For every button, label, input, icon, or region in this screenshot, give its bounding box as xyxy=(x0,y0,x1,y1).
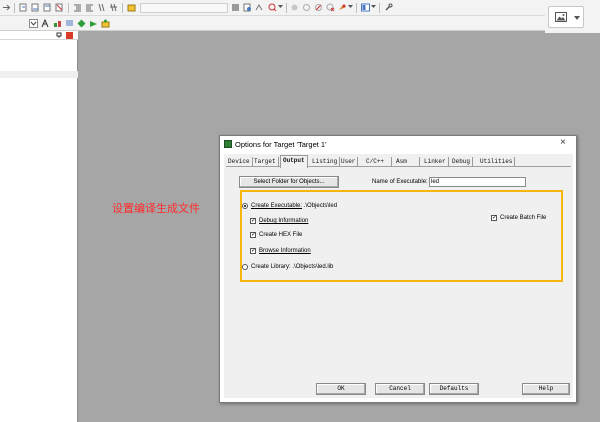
disable-breakpoints-icon[interactable] xyxy=(314,3,323,12)
tab-debug[interactable]: Debug xyxy=(450,157,474,167)
kill-breakpoints-icon[interactable] xyxy=(326,3,335,12)
unindent-icon[interactable] xyxy=(85,3,94,12)
toolbar-separator xyxy=(14,3,15,13)
tab-device[interactable]: Device xyxy=(226,157,253,167)
tab-linker[interactable]: Linker xyxy=(422,157,449,167)
chevron-down-icon[interactable] xyxy=(371,4,376,9)
chevron-down-icon[interactable] xyxy=(278,4,283,9)
incremental-find-icon[interactable] xyxy=(243,3,252,12)
dialog-app-icon xyxy=(224,140,232,148)
find-combo[interactable] xyxy=(140,3,228,13)
create-batch-label[interactable]: Create Batch File xyxy=(500,215,546,221)
translate-icon[interactable] xyxy=(41,19,50,28)
next-bookmark-icon[interactable] xyxy=(43,3,52,12)
tab-bar: Device Target Output Listing User C/C++ … xyxy=(226,155,571,168)
bookmark-icon[interactable] xyxy=(19,3,28,12)
build-icon[interactable] xyxy=(53,19,62,28)
debug-information-checkbox[interactable]: ✓ xyxy=(250,218,256,224)
enable-breakpoint-icon[interactable] xyxy=(302,3,311,12)
toolbar-separator xyxy=(68,3,69,13)
tab-c-cpp[interactable]: C/C++ xyxy=(364,157,392,167)
download-icon[interactable] xyxy=(77,19,86,28)
tab-user[interactable]: User xyxy=(339,157,359,167)
arrow-right-icon[interactable] xyxy=(2,3,11,12)
debug-session-icon[interactable] xyxy=(268,3,277,12)
find-in-files-icon[interactable] xyxy=(127,3,136,12)
configure-icon[interactable] xyxy=(338,3,347,12)
create-library-path: .\Objects\led.lib xyxy=(292,264,334,270)
create-batch-checkbox[interactable]: ✓ xyxy=(491,215,497,221)
tab-asm[interactable]: Asm xyxy=(394,157,420,167)
browse-information-label[interactable]: Browse Information xyxy=(259,248,311,254)
tab-utilities[interactable]: Utilities xyxy=(478,157,516,167)
toolbar-separator xyxy=(286,3,287,13)
create-library-radio[interactable] xyxy=(242,264,248,270)
dialog-close-button[interactable]: × xyxy=(560,138,566,148)
create-hex-checkbox[interactable]: ✓ xyxy=(250,232,256,238)
find-icon[interactable] xyxy=(231,3,240,12)
ok-button[interactable]: OK xyxy=(316,383,366,395)
create-executable-text: Create Executable: xyxy=(251,203,303,209)
options-dialog: Options for Target 'Target 1' × Device T… xyxy=(219,135,577,403)
chevron-down-icon xyxy=(574,16,580,20)
tab-target[interactable]: Target xyxy=(252,157,279,167)
project-panel xyxy=(0,31,78,422)
create-library-text: Create Library: xyxy=(251,264,291,270)
name-of-executable-label: Name of Executable: xyxy=(372,179,428,185)
image-icon xyxy=(555,12,567,22)
create-hex-label[interactable]: Create HEX File xyxy=(259,232,302,238)
window-layout-icon[interactable] xyxy=(361,3,370,12)
dialog-body: Device Target Output Listing User C/C++ … xyxy=(224,154,573,398)
chevron-down-icon[interactable] xyxy=(348,4,353,9)
debug-information-label[interactable]: Debug Information xyxy=(259,218,308,224)
defaults-button[interactable]: Defaults xyxy=(429,383,479,395)
manage-components-icon[interactable] xyxy=(101,19,110,28)
tab-output[interactable]: Output xyxy=(280,155,308,168)
indent-icon[interactable] xyxy=(73,3,82,12)
project-tree-item[interactable] xyxy=(0,71,78,78)
annotation-label: 设置编译生成文件 xyxy=(112,202,200,215)
browse-icon[interactable] xyxy=(255,3,264,12)
options-for-target-icon[interactable] xyxy=(89,19,98,28)
help-button[interactable]: Help xyxy=(522,383,570,395)
build-toolbar xyxy=(0,16,545,31)
breakpoint-icon[interactable] xyxy=(290,3,299,12)
dialog-titlebar[interactable]: Options for Target 'Target 1' × xyxy=(220,136,576,152)
toolbar-separator xyxy=(122,3,123,13)
dialog-title: Options for Target 'Target 1' xyxy=(235,140,327,149)
name-of-executable-input[interactable]: led xyxy=(429,177,526,187)
create-executable-path: .\Objects\led xyxy=(303,203,338,209)
clear-bookmarks-icon[interactable] xyxy=(55,3,64,12)
project-panel-header xyxy=(0,31,78,40)
cancel-button[interactable]: Cancel xyxy=(375,383,425,395)
dropdown-box-icon[interactable] xyxy=(29,19,38,28)
image-dropdown-button[interactable] xyxy=(548,6,584,28)
toolbar-separator xyxy=(379,3,380,13)
wrench-icon[interactable] xyxy=(384,3,393,12)
browse-information-checkbox[interactable]: ✓ xyxy=(250,248,256,254)
rebuild-icon[interactable] xyxy=(65,19,74,28)
close-icon[interactable] xyxy=(66,32,73,39)
create-executable-label[interactable]: Create Executable: .\Objects\led xyxy=(251,203,337,209)
toolbar-separator xyxy=(356,3,357,13)
comment-icon[interactable] xyxy=(97,3,106,12)
tab-listing[interactable]: Listing xyxy=(310,157,341,167)
create-library-label[interactable]: Create Library: .\Objects\led.lib xyxy=(251,264,333,270)
prev-bookmark-icon[interactable] xyxy=(31,3,40,12)
main-toolbar xyxy=(0,0,545,16)
uncomment-icon[interactable] xyxy=(109,3,118,12)
pin-icon[interactable] xyxy=(56,32,62,38)
select-folder-button[interactable]: Select Folder for Objects... xyxy=(239,176,339,188)
create-executable-radio[interactable] xyxy=(242,203,248,209)
